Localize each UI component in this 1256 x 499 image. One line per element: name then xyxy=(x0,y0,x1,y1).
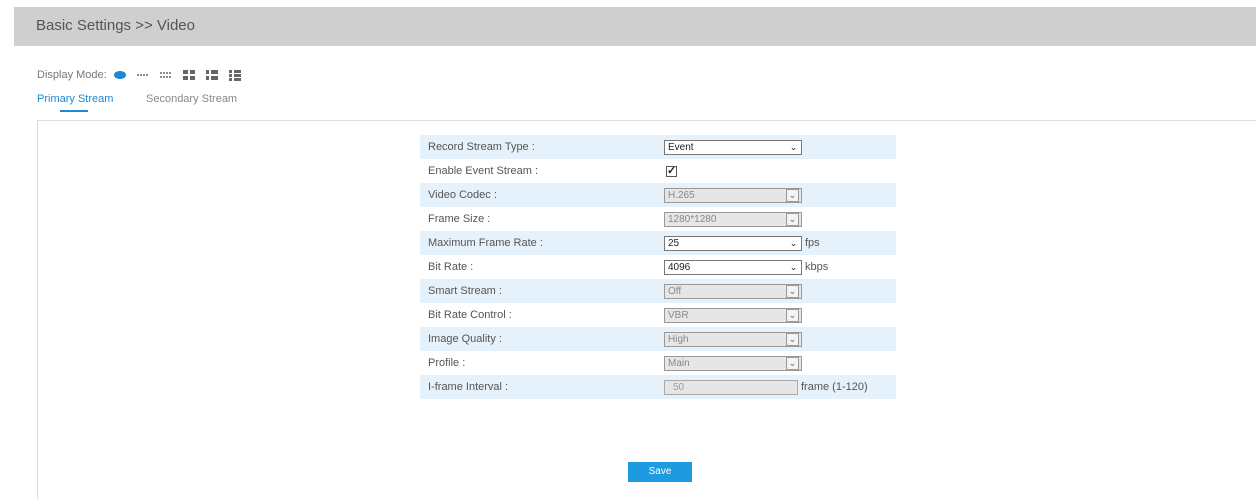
image-quality-select[interactable]: High ⌄ xyxy=(664,331,802,347)
profile-row: Profile : Main ⌄ xyxy=(420,351,896,375)
chevron-down-icon: ⌄ xyxy=(786,284,799,298)
record-stream-type-select[interactable]: Event ⌄ xyxy=(664,139,802,155)
smart-stream-select[interactable]: Off ⌄ xyxy=(664,283,802,299)
max-frame-rate-select[interactable]: 25 ⌄ xyxy=(664,235,802,251)
bit-rate-row: Bit Rate : 4096 ⌄ kbps xyxy=(420,255,896,279)
bit-rate-select[interactable]: 4096 ⌄ xyxy=(664,259,802,275)
kbps-unit: kbps xyxy=(805,261,829,273)
iframe-interval-input[interactable]: 50 xyxy=(664,379,798,395)
bit-rate-control-row: Bit Rate Control : VBR ⌄ xyxy=(420,303,896,327)
tab-primary-stream[interactable]: Primary Stream xyxy=(37,93,113,112)
single-line-icon[interactable] xyxy=(136,69,150,81)
grid-3x3-icon[interactable] xyxy=(228,69,242,81)
fps-unit: fps xyxy=(805,237,820,249)
enable-event-stream-checkbox[interactable] xyxy=(666,164,677,177)
smart-stream-label: Smart Stream : xyxy=(428,285,502,297)
chevron-down-icon: ⌄ xyxy=(789,141,798,152)
bit-rate-control-select[interactable]: VBR ⌄ xyxy=(664,307,802,323)
chevron-down-icon: ⌄ xyxy=(786,356,799,370)
save-button[interactable]: Save xyxy=(628,462,692,482)
bit-rate-label: Bit Rate : xyxy=(428,261,474,273)
image-quality-label: Image Quality : xyxy=(428,333,502,345)
max-frame-rate-row: Maximum Frame Rate : 25 ⌄ fps xyxy=(420,231,896,255)
image-quality-value: High xyxy=(668,333,689,345)
oval-icon[interactable] xyxy=(113,69,127,81)
image-quality-row: Image Quality : High ⌄ xyxy=(420,327,896,351)
page-title: Basic Settings >> Video xyxy=(36,17,195,34)
chevron-down-icon: ⌄ xyxy=(786,308,799,322)
video-codec-select[interactable]: H.265 ⌄ xyxy=(664,187,802,203)
smart-stream-row: Smart Stream : Off ⌄ xyxy=(420,279,896,303)
record-stream-type-row: Record Stream Type : Event ⌄ xyxy=(420,135,896,159)
bit-rate-control-value: VBR xyxy=(668,309,689,321)
record-stream-type-value: Event xyxy=(668,141,694,153)
max-frame-rate-label: Maximum Frame Rate : xyxy=(428,237,543,249)
smart-stream-value: Off xyxy=(668,285,682,297)
max-frame-rate-value: 25 xyxy=(668,237,680,249)
video-codec-value: H.265 xyxy=(668,189,695,201)
chevron-down-icon: ⌄ xyxy=(789,261,798,272)
frame-size-label: Frame Size : xyxy=(428,213,491,225)
profile-select[interactable]: Main ⌄ xyxy=(664,355,802,371)
page-header: Basic Settings >> Video xyxy=(14,7,1256,46)
record-stream-type-label: Record Stream Type : xyxy=(428,141,535,153)
profile-value: Main xyxy=(668,357,690,369)
bit-rate-value: 4096 xyxy=(668,261,691,273)
display-mode-label: Display Mode: xyxy=(37,69,107,81)
chevron-down-icon: ⌄ xyxy=(789,237,798,248)
frame-size-value: 1280*1280 xyxy=(668,213,717,225)
display-mode-bar: Display Mode: xyxy=(37,67,251,83)
profile-label: Profile : xyxy=(428,357,466,369)
enable-event-stream-row: Enable Event Stream : xyxy=(420,159,896,183)
video-codec-label: Video Codec : xyxy=(428,189,497,201)
frame-size-select[interactable]: 1280*1280 ⌄ xyxy=(664,211,802,227)
chevron-down-icon: ⌄ xyxy=(786,332,799,346)
iframe-interval-row: I-frame Interval : 50 frame (1-120) xyxy=(420,375,896,399)
iframe-interval-unit: frame (1-120) xyxy=(801,381,868,393)
iframe-interval-label: I-frame Interval : xyxy=(428,381,509,393)
chevron-down-icon: ⌄ xyxy=(786,212,799,226)
double-line-icon[interactable] xyxy=(159,69,173,81)
bit-rate-control-label: Bit Rate Control : xyxy=(428,309,512,321)
chevron-down-icon: ⌄ xyxy=(786,188,799,202)
grid-2x3-icon[interactable] xyxy=(205,69,219,81)
frame-size-row: Frame Size : 1280*1280 ⌄ xyxy=(420,207,896,231)
video-settings-form: Record Stream Type : Event ⌄ Enable Even… xyxy=(420,135,896,399)
grid-2x2-icon[interactable] xyxy=(182,69,196,81)
enable-event-stream-label: Enable Event Stream : xyxy=(428,165,539,177)
tab-secondary-stream[interactable]: Secondary Stream xyxy=(146,93,237,105)
video-codec-row: Video Codec : H.265 ⌄ xyxy=(420,183,896,207)
